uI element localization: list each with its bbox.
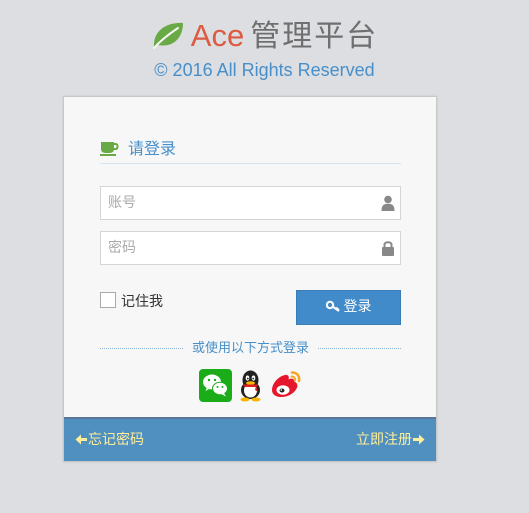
alt-login-text: 或使用以下方式登录	[183, 341, 317, 356]
password-input[interactable]	[101, 232, 368, 264]
wechat-icon[interactable]	[198, 369, 232, 402]
login-title: 请登录	[128, 139, 177, 158]
lock-icon	[382, 241, 394, 256]
login-footer-toolbar: 忘记密码 立即注册	[64, 417, 436, 461]
copyright-text: © 2016 All Rights Reserved	[154, 60, 375, 80]
alt-login-divider: 或使用以下方式登录	[100, 339, 401, 359]
brand: Ace 管理平台	[0, 14, 529, 58]
login-box: 请登录 记住我 登录 或使用以下方式登录	[63, 96, 437, 462]
page-header: Ace 管理平台 © 2016 All Rights Reserved	[0, 0, 529, 96]
weibo-icon[interactable]	[269, 369, 302, 402]
coffee-cup-icon	[100, 141, 119, 156]
username-field[interactable]	[100, 186, 401, 220]
forgot-password-label: 忘记密码	[88, 432, 144, 448]
social-login-list	[64, 369, 436, 403]
password-field[interactable]	[100, 231, 401, 265]
user-icon	[381, 195, 395, 211]
brand-name: Ace	[190, 18, 245, 53]
qq-icon[interactable]	[234, 369, 267, 402]
remember-checkbox[interactable]	[100, 292, 116, 308]
register-link[interactable]: 立即注册	[356, 430, 425, 450]
forgot-password-link[interactable]: 忘记密码	[75, 430, 144, 450]
remember-me[interactable]: 记住我	[100, 292, 163, 312]
arrow-left-icon	[75, 434, 87, 444]
brand-title: 管理平台	[250, 19, 379, 54]
register-label: 立即注册	[356, 432, 412, 448]
key-icon	[325, 300, 340, 312]
login-button-label: 登录	[343, 299, 372, 315]
username-input[interactable]	[101, 187, 368, 219]
leaf-icon	[152, 22, 183, 49]
login-header: 请登录	[100, 135, 401, 164]
remember-label: 记住我	[121, 294, 163, 310]
login-button[interactable]: 登录	[296, 290, 401, 325]
arrow-right-icon	[413, 434, 425, 444]
